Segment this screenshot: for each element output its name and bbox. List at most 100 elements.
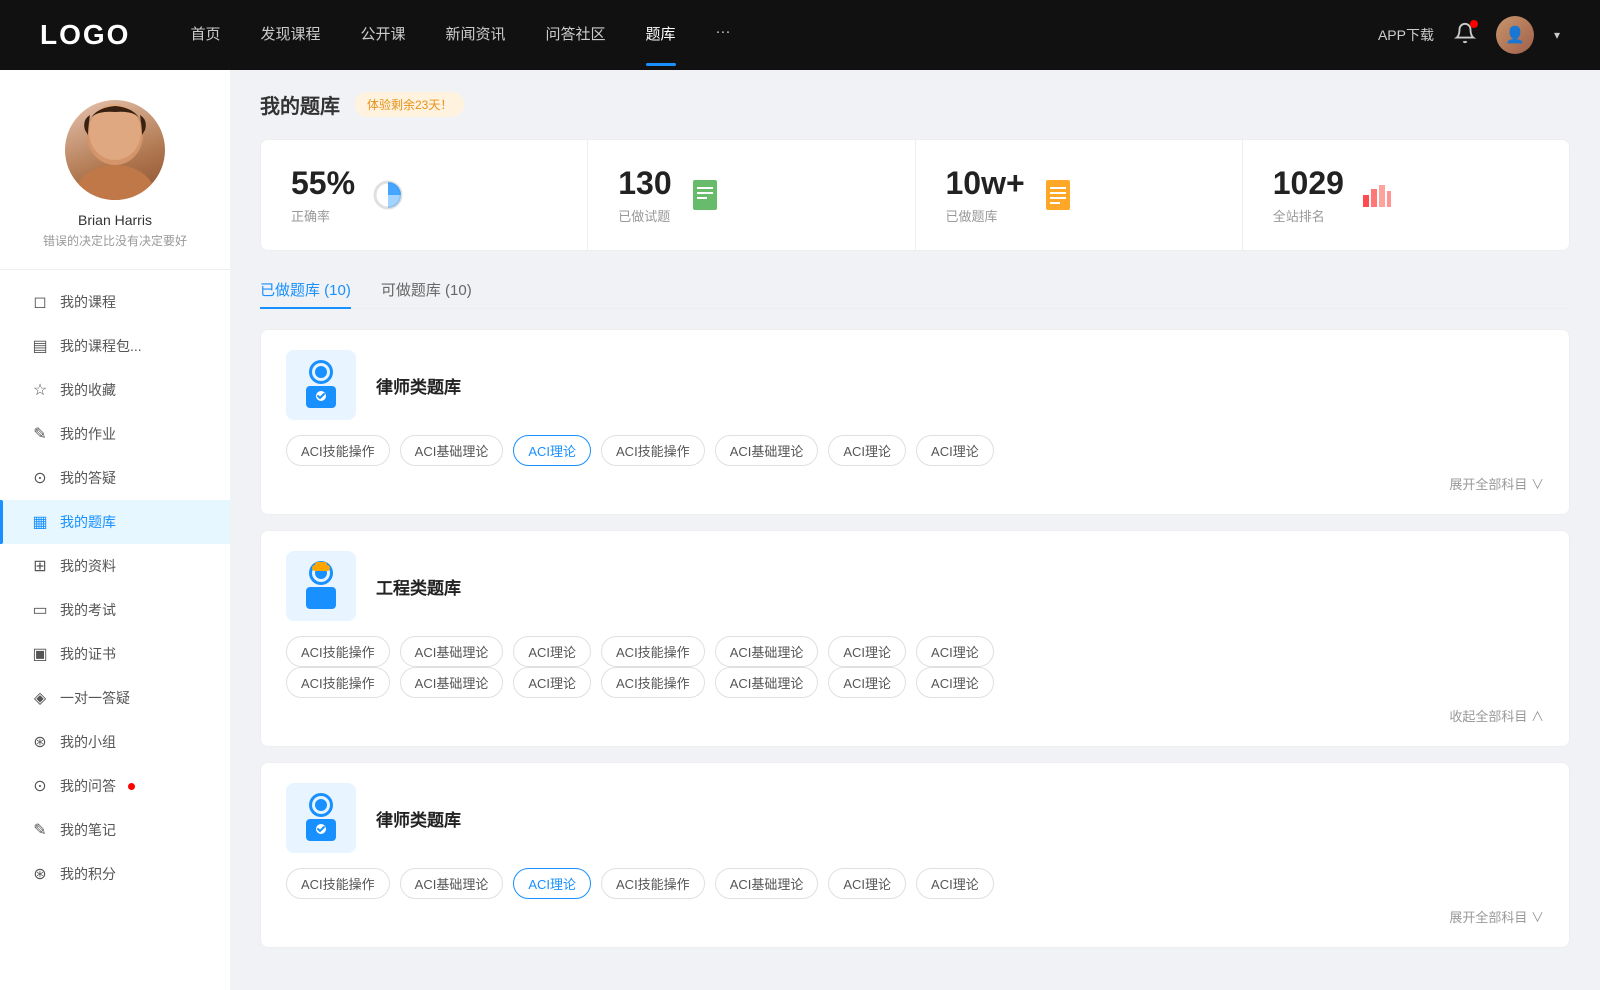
menu-icon-7: ▭	[30, 600, 50, 620]
nav-item-发现课程[interactable]: 发现课程	[260, 23, 320, 48]
tag-0-0-1[interactable]: ACI基础理论	[400, 435, 504, 466]
menu-icon-0: ◻	[30, 292, 50, 312]
tag-1-0-3[interactable]: ACI技能操作	[601, 636, 705, 667]
nav-item-首页[interactable]: 首页	[190, 23, 220, 48]
stat-item-1: 130已做试题	[588, 140, 915, 250]
stat-icon-3	[1359, 177, 1395, 213]
sidebar-item-7[interactable]: ▭我的考试	[0, 588, 230, 632]
tag-2-0-1[interactable]: ACI基础理论	[400, 868, 504, 899]
tag-1-1-0[interactable]: ACI技能操作	[286, 667, 390, 698]
tag-0-0-3[interactable]: ACI技能操作	[601, 435, 705, 466]
tag-1-1-2[interactable]: ACI理论	[513, 667, 591, 698]
notification-bell[interactable]	[1454, 22, 1476, 49]
tag-1-0-2[interactable]: ACI理论	[513, 636, 591, 667]
trial-badge: 体验剩余23天！	[355, 92, 464, 117]
tag-1-0-0[interactable]: ACI技能操作	[286, 636, 390, 667]
tabs-row: 已做题库 (10) 可做题库 (10)	[260, 271, 1570, 309]
nav-item-···[interactable]: ···	[716, 23, 731, 48]
sidebar-item-9[interactable]: ◈ 一对一答疑	[0, 676, 230, 720]
sidebar-item-0[interactable]: ◻我的课程	[0, 280, 230, 324]
bank-footer-2: 展开全部科目 ∨	[286, 907, 1544, 927]
tag-2-0-0[interactable]: ACI技能操作	[286, 868, 390, 899]
nav-item-新闻资讯[interactable]: 新闻资讯	[446, 23, 506, 48]
tab-0[interactable]: 已做题库 (10)	[260, 271, 351, 308]
menu-label-4: 我的答疑	[60, 468, 116, 488]
tag-row-1-1: ACI技能操作 ACI基础理论 ACI理论 ACI技能操作 ACI基础理论 ACI理论 AC…	[286, 667, 1544, 698]
menu-icon-1: ▤	[30, 336, 50, 356]
tag-0-0-4[interactable]: ACI基础理论	[715, 435, 819, 466]
user-menu-chevron[interactable]: ▾	[1554, 28, 1560, 42]
tag-1-1-1[interactable]: ACI基础理论	[400, 667, 504, 698]
nav-item-题库[interactable]: 题库	[646, 23, 676, 48]
menu-icon-9: ◈	[30, 688, 50, 708]
menu-label-1: 我的课程包...	[60, 336, 142, 356]
menu-label-3: 我的作业	[60, 424, 116, 444]
sidebar-item-11[interactable]: ⊙我的问答	[0, 764, 230, 808]
bank-card-header-2: 律师类题库	[286, 783, 1544, 853]
menu-dot-11	[128, 783, 135, 790]
tag-1-1-5[interactable]: ACI理论	[828, 667, 906, 698]
tag-row-2-0: ACI技能操作 ACI基础理论 ACI理论 ACI技能操作 ACI基础理论 ACI理论 AC…	[286, 868, 1544, 899]
sidebar-item-5[interactable]: ▦我的题库	[0, 500, 230, 544]
app-download-button[interactable]: APP下载	[1378, 25, 1434, 45]
tag-0-0-5[interactable]: ACI理论	[828, 435, 906, 466]
stat-label-0: 正确率	[291, 206, 355, 225]
menu-label-13: 我的积分	[60, 864, 116, 884]
user-avatar-nav[interactable]: 👤	[1496, 16, 1534, 54]
tag-1-0-1[interactable]: ACI基础理论	[400, 636, 504, 667]
expand-button-1[interactable]: 收起全部科目 ∧	[1449, 709, 1544, 724]
user-avatar	[65, 100, 165, 200]
tag-1-1-4[interactable]: ACI基础理论	[715, 667, 819, 698]
bank-icon-1	[286, 551, 356, 621]
stat-value-1: 130	[618, 165, 671, 202]
tag-0-0-2[interactable]: ACI理论	[513, 435, 591, 466]
sidebar-item-4[interactable]: ⊙ 我的答疑	[0, 456, 230, 500]
stat-icon-0	[370, 177, 406, 213]
bank-icon-0	[286, 350, 356, 420]
tag-0-0-6[interactable]: ACI理论	[916, 435, 994, 466]
tag-0-0-0[interactable]: ACI技能操作	[286, 435, 390, 466]
nav-item-问答社区[interactable]: 问答社区	[546, 23, 606, 48]
menu-icon-13: ⊛	[30, 864, 50, 884]
menu-icon-4: ⊙	[30, 468, 50, 488]
menu-icon-12: ✎	[30, 820, 50, 840]
user-section: Brian Harris 错误的决定比没有决定要好	[0, 100, 230, 270]
expand-button-0[interactable]: 展开全部科目 ∨	[1449, 477, 1544, 492]
menu-label-12: 我的笔记	[60, 820, 116, 840]
tab-1[interactable]: 可做题库 (10)	[381, 271, 472, 308]
stat-item-2: 10w+已做题库	[916, 140, 1243, 250]
stat-value-2: 10w+	[946, 165, 1025, 202]
logo[interactable]: LOGO	[40, 19, 130, 51]
sidebar-item-8[interactable]: ▣我的证书	[0, 632, 230, 676]
tag-1-1-6[interactable]: ACI理论	[916, 667, 994, 698]
menu-icon-8: ▣	[30, 644, 50, 664]
sidebar-item-10[interactable]: ⊛我的小组	[0, 720, 230, 764]
sidebar-item-13[interactable]: ⊛ 我的积分	[0, 852, 230, 896]
menu-label-6: 我的资料	[60, 556, 116, 576]
tag-1-1-3[interactable]: ACI技能操作	[601, 667, 705, 698]
menu-icon-10: ⊛	[30, 732, 50, 752]
tag-2-0-4[interactable]: ACI基础理论	[715, 868, 819, 899]
sidebar-item-2[interactable]: ☆我的收藏	[0, 368, 230, 412]
menu-label-2: 我的收藏	[60, 380, 116, 400]
tag-1-0-6[interactable]: ACI理论	[916, 636, 994, 667]
tag-2-0-6[interactable]: ACI理论	[916, 868, 994, 899]
bank-icon-2	[286, 783, 356, 853]
tag-2-0-5[interactable]: ACI理论	[828, 868, 906, 899]
sidebar-item-3[interactable]: ✎我的作业	[0, 412, 230, 456]
tag-2-0-2[interactable]: ACI理论	[513, 868, 591, 899]
navbar-right: APP下载 👤 ▾	[1378, 16, 1560, 54]
tag-1-0-4[interactable]: ACI基础理论	[715, 636, 819, 667]
tag-1-0-5[interactable]: ACI理论	[828, 636, 906, 667]
sidebar-item-1[interactable]: ▤ 我的课程包...	[0, 324, 230, 368]
sidebar-item-6[interactable]: ⊞我的资料	[0, 544, 230, 588]
menu-label-11: 我的问答	[60, 776, 116, 796]
sidebar-item-12[interactable]: ✎ 我的笔记	[0, 808, 230, 852]
stats-row: 55%正确率130已做试题10w+已做题库1029全站排名	[260, 139, 1570, 251]
tag-2-0-3[interactable]: ACI技能操作	[601, 868, 705, 899]
bank-title-2: 律师类题库	[376, 806, 461, 831]
notification-dot	[1470, 20, 1478, 28]
nav-item-公开课[interactable]: 公开课	[360, 23, 405, 48]
menu-label-9: 一对一答疑	[60, 688, 130, 708]
expand-button-2[interactable]: 展开全部科目 ∨	[1449, 910, 1544, 925]
